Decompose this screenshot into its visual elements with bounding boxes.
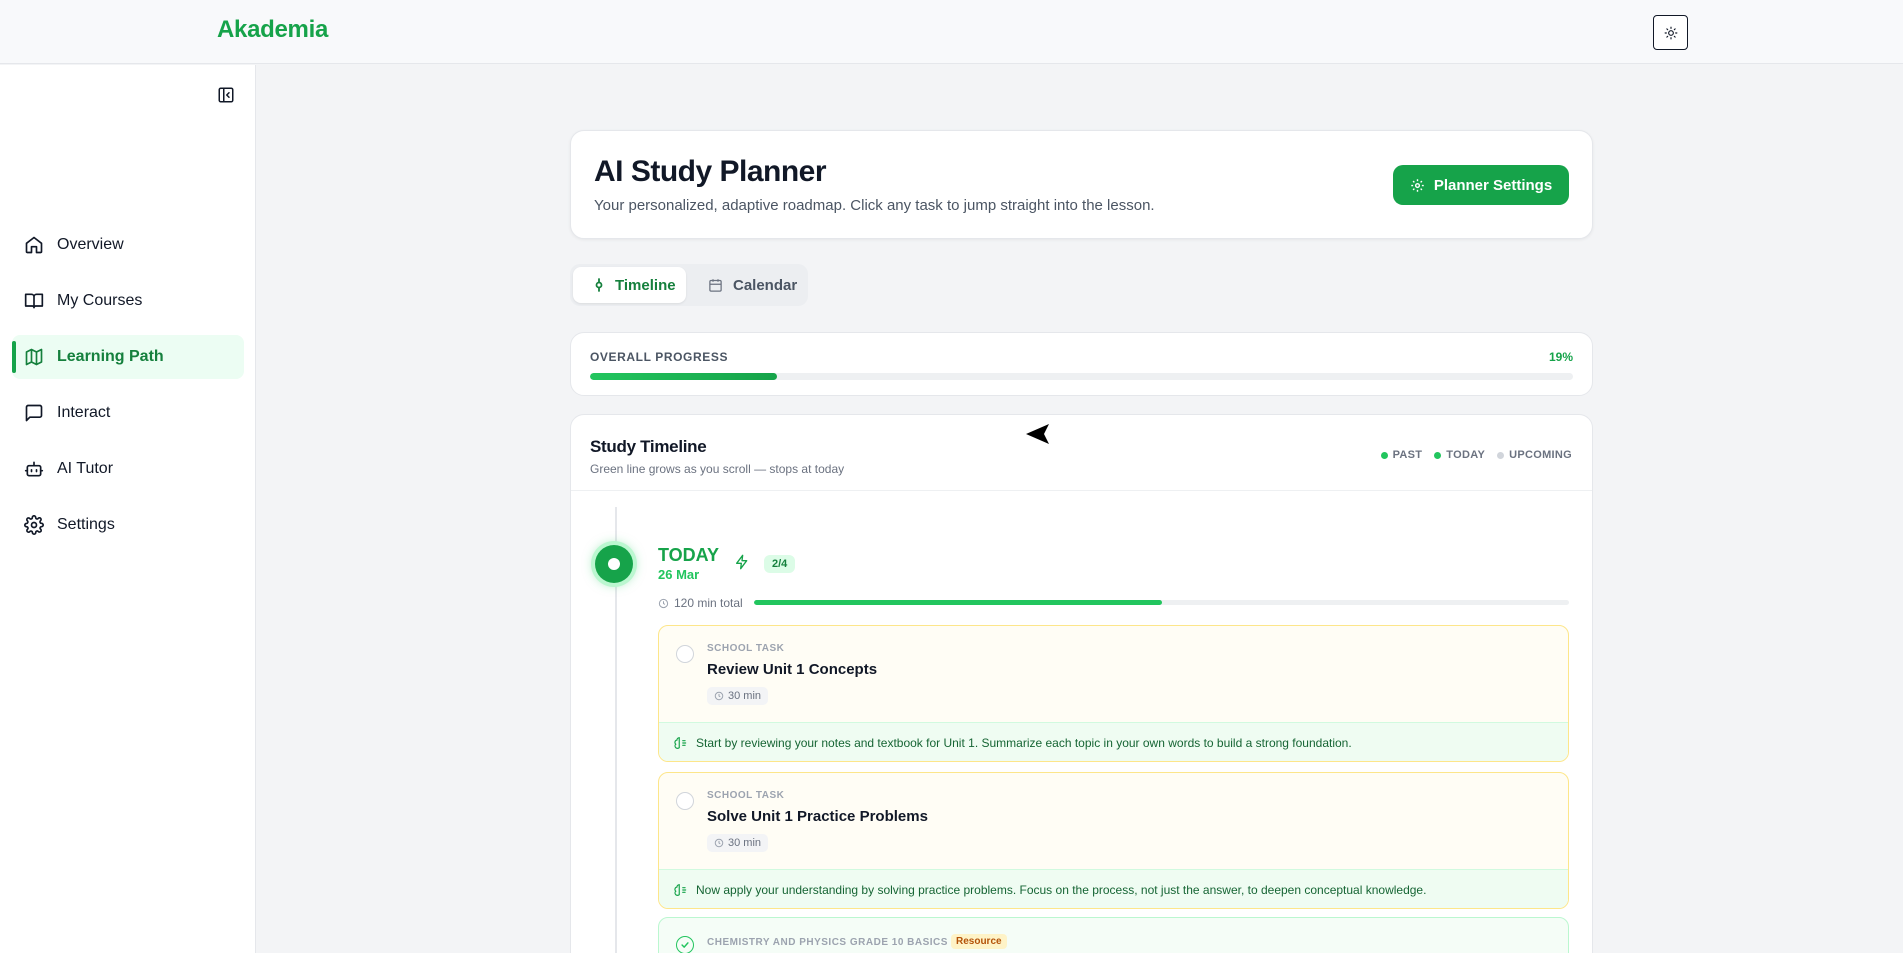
overall-progress-card: OVERALL PROGRESS 19% — [570, 332, 1593, 396]
sidebar-item-learning-path[interactable]: Learning Path — [12, 335, 244, 379]
task-title: Solve Unit 1 Practice Problems — [707, 808, 928, 825]
legend-label: TODAY — [1446, 449, 1486, 461]
day-task-count-badge: 2/4 — [764, 555, 796, 573]
sidebar-item-label: My Courses — [57, 292, 143, 309]
panel-collapse-icon — [218, 87, 234, 103]
tab-label: Calendar — [733, 276, 798, 294]
progress-percent: 19% — [1548, 350, 1573, 364]
brain-icon — [674, 737, 687, 749]
timeline-title: Study Timeline — [590, 437, 707, 456]
planner-settings-label: Planner Settings — [1433, 176, 1553, 194]
timeline-icon — [595, 278, 603, 292]
timeline-header: Study Timeline Green line grows as you s… — [571, 415, 1592, 491]
legend-label: PAST — [1392, 449, 1423, 461]
brand-logo[interactable]: Akademia — [217, 16, 328, 44]
mouse-cursor-icon — [1026, 424, 1049, 444]
bolt-icon — [736, 554, 748, 570]
bot-icon — [24, 459, 44, 479]
task-kind: CHEMISTRY AND PHYSICS GRADE 10 BASICS — [707, 937, 948, 948]
task-kind: SCHOOL TASK — [707, 790, 785, 801]
sidebar-item-label: Learning Path — [57, 348, 164, 365]
tab-timeline[interactable]: Timeline — [573, 267, 686, 303]
brain-icon — [674, 884, 687, 896]
progress-label: OVERALL PROGRESS — [590, 350, 729, 364]
legend-label: UPCOMING — [1509, 449, 1572, 461]
check-icon — [681, 942, 689, 948]
study-timeline-card: Study Timeline Green line grows as you s… — [570, 414, 1593, 953]
sun-icon — [1664, 26, 1677, 39]
task-checkbox-done[interactable] — [676, 936, 694, 953]
sidebar-item-overview[interactable]: Overview — [12, 223, 244, 267]
sidebar: Overview My Courses Learning Path Intera… — [0, 65, 256, 953]
progress-bar — [590, 373, 1573, 380]
tab-calendar[interactable]: Calendar — [704, 267, 804, 303]
legend-dot — [1434, 451, 1442, 459]
sidebar-item-label: AI Tutor — [57, 460, 114, 477]
chat-icon — [24, 403, 44, 423]
day-progress-bar — [754, 600, 1569, 605]
task-note-text: Start by reviewing your notes and textbo… — [696, 736, 1352, 750]
calendar-icon — [709, 278, 722, 292]
home-icon — [24, 235, 44, 255]
gear-icon — [1411, 178, 1424, 192]
page-title: AI Study Planner — [594, 155, 827, 188]
clock-icon — [714, 838, 724, 848]
timeline-subtitle: Green line grows as you scroll — stops a… — [590, 462, 845, 476]
task-duration-label: 30 min — [728, 837, 762, 849]
progress-bar-fill — [590, 373, 777, 380]
today-marker — [595, 545, 633, 583]
book-icon — [24, 291, 44, 311]
task-card[interactable]: SCHOOL TASK Review Unit 1 Concepts 30 mi… — [658, 625, 1569, 762]
task-note-text: Now apply your understanding by solving … — [696, 883, 1427, 897]
day-progress-fill — [754, 600, 1162, 605]
sidebar-item-settings[interactable]: Settings — [12, 503, 244, 547]
planner-settings-button[interactable]: Planner Settings — [1393, 165, 1569, 205]
view-tabs: Timeline Calendar — [570, 264, 808, 306]
map-icon — [24, 347, 44, 367]
sidebar-item-label: Overview — [57, 236, 124, 253]
legend-dot — [1380, 451, 1388, 459]
task-duration: 30 min — [707, 834, 769, 852]
task-title: Review Unit 1 Concepts — [707, 661, 878, 678]
legend-upcoming: UPCOMING — [1497, 449, 1572, 461]
resource-task-card[interactable]: CHEMISTRY AND PHYSICS GRADE 10 BASICS Re… — [658, 917, 1569, 953]
task-checkbox[interactable] — [676, 792, 694, 810]
page-subtitle: Your personalized, adaptive roadmap. Cli… — [594, 197, 1155, 214]
gear-icon — [24, 515, 44, 535]
theme-toggle-button[interactable] — [1653, 15, 1688, 50]
task-note: Now apply your understanding by solving … — [659, 869, 1568, 908]
legend-dot — [1497, 451, 1505, 459]
sidebar-item-label: Interact — [57, 404, 111, 421]
sidebar-item-interact[interactable]: Interact — [12, 391, 244, 435]
day-duration-label: 120 min total — [674, 596, 743, 610]
task-card[interactable]: SCHOOL TASK Solve Unit 1 Practice Proble… — [658, 772, 1569, 909]
task-duration-label: 30 min — [728, 690, 762, 702]
day-duration: 120 min total — [658, 596, 743, 610]
task-duration: 30 min — [707, 687, 769, 705]
timeline-legend: PAST TODAY UPCOMING — [1380, 449, 1572, 461]
task-checkbox[interactable] — [676, 645, 694, 663]
day-title: TODAY — [658, 545, 720, 565]
tab-label: Timeline — [615, 276, 676, 294]
legend-past: PAST — [1380, 449, 1423, 461]
task-note: Start by reviewing your notes and textbo… — [659, 722, 1568, 761]
legend-today: TODAY — [1434, 449, 1485, 461]
sidebar-item-my-courses[interactable]: My Courses — [12, 279, 244, 323]
top-bar: Akademia — [0, 0, 1903, 64]
sidebar-item-ai-tutor[interactable]: AI Tutor — [12, 447, 244, 491]
collapse-sidebar-button[interactable] — [216, 85, 236, 105]
resource-badge: Resource — [951, 934, 1007, 949]
task-kind: SCHOOL TASK — [707, 643, 785, 654]
day-date: 26 Mar — [658, 567, 700, 582]
clock-icon — [658, 598, 669, 608]
clock-icon — [714, 691, 724, 701]
planner-header-card: AI Study Planner Your personalized, adap… — [570, 130, 1593, 239]
sidebar-item-label: Settings — [57, 516, 115, 533]
